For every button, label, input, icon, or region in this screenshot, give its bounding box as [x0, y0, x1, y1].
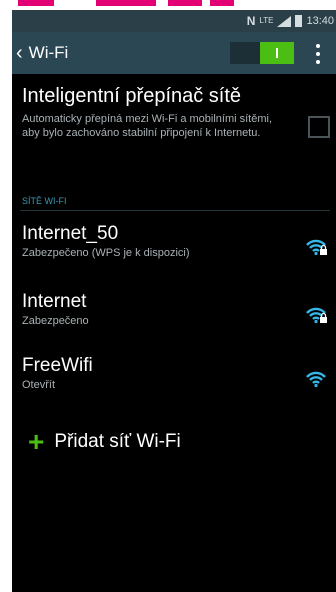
network-status: Otevřít	[22, 379, 56, 391]
page-title: Wi-Fi	[28, 43, 69, 62]
network-name: FreeWifi	[22, 355, 93, 376]
smart-switch-title: Inteligentní přepínač sítě	[22, 85, 242, 107]
nfc-icon: N	[246, 14, 256, 28]
status-bar: N LTE 13:40	[12, 10, 336, 32]
signal-icon	[277, 15, 292, 27]
brand-stroke	[168, 0, 202, 6]
network-status: Zabezpečeno	[22, 315, 89, 327]
phone-screen: N LTE 13:40 ‹ Wi-Fi Inteligentní přepína…	[12, 0, 336, 592]
smart-switch-checkbox[interactable]	[308, 116, 330, 138]
wifi-icon	[306, 371, 326, 388]
chevron-left-icon: ‹	[16, 42, 23, 64]
wifi-toggle[interactable]	[230, 42, 294, 64]
wifi-locked-icon	[306, 239, 327, 256]
brand-stroke	[96, 0, 156, 6]
network-item[interactable]: Internet_50 Zabezpečeno (WPS je k dispoz…	[22, 222, 328, 272]
smart-switch-description: Automaticky přepíná mezi Wi-Fi a mobilní…	[22, 113, 273, 139]
action-bar: ‹ Wi-Fi	[12, 32, 336, 74]
brand-stroke	[210, 0, 234, 6]
battery-icon	[295, 15, 303, 27]
network-name: Internet_50	[22, 223, 119, 244]
clock: 13:40	[306, 15, 334, 27]
wifi-locked-icon	[306, 307, 327, 324]
lte-icon: LTE	[259, 16, 274, 25]
section-header: SÍTĚ WI-FI	[22, 196, 67, 206]
brand-stroke	[18, 0, 54, 6]
divider	[20, 210, 330, 211]
network-status: Zabezpečeno (WPS je k dispozici)	[22, 247, 190, 259]
add-network-button[interactable]: + Přidat síť Wi-Fi	[28, 428, 181, 456]
add-network-label: Přidat síť Wi-Fi	[54, 431, 181, 452]
toggle-knob	[260, 42, 294, 64]
network-item[interactable]: Internet Zabezpečeno	[22, 290, 328, 340]
plus-icon: +	[28, 426, 45, 457]
network-name: Internet	[22, 291, 87, 312]
back-button[interactable]: ‹ Wi-Fi	[16, 32, 68, 74]
network-item[interactable]: FreeWifi Otevřít	[22, 354, 328, 404]
more-options-button[interactable]	[308, 42, 328, 66]
top-brand-strip	[12, 0, 336, 10]
smart-network-switch[interactable]: Inteligentní přepínač sítě Automaticky p…	[22, 84, 308, 140]
